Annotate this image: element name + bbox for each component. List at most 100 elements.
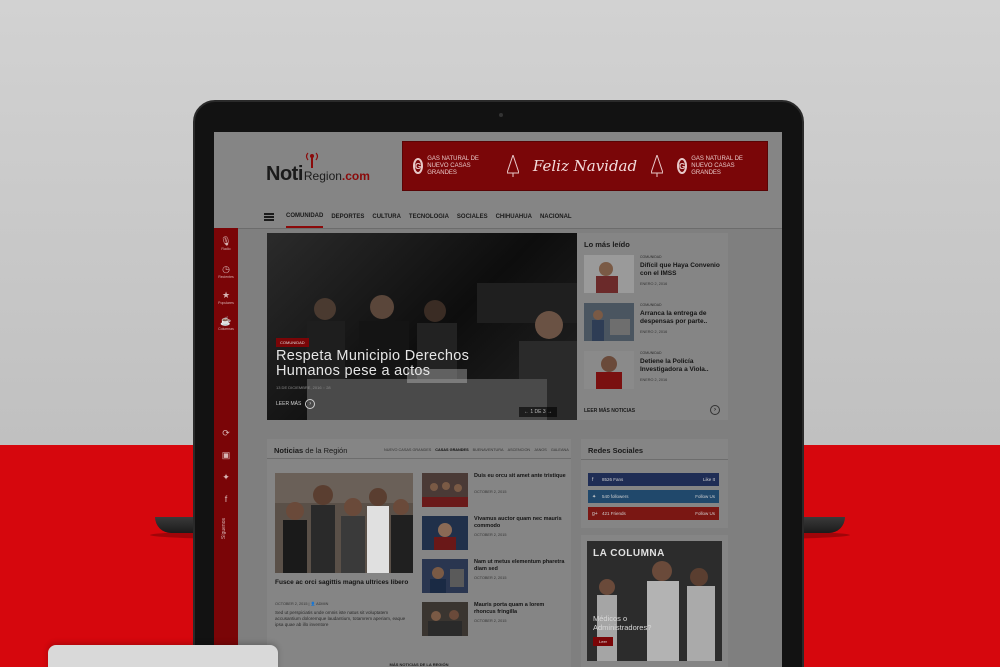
facebook-action[interactable]: Like It bbox=[703, 477, 715, 482]
featured-news-excerpt: Sed ut perspiciatis unde omnis iste natu… bbox=[275, 610, 406, 627]
google-plus-action[interactable]: Follow Us bbox=[695, 511, 715, 516]
nav-item-sociales[interactable]: SOCIALES bbox=[457, 206, 488, 228]
gas-natural-logo-icon: G bbox=[413, 158, 424, 174]
rss-icon: ⟳ bbox=[222, 428, 230, 438]
most-read-title: Lo más leído bbox=[584, 240, 630, 249]
most-read-headline: Difícil que Haya Convenio con el IMSS bbox=[640, 262, 720, 277]
coffee-icon: ☕ bbox=[220, 316, 232, 326]
site-logo[interactable]: Noti Region .com bbox=[266, 152, 370, 186]
twitter-icon: ✦ bbox=[222, 472, 230, 482]
rail-item-radio[interactable]: 🎙 Radio bbox=[214, 236, 238, 251]
facebook-follow-row[interactable]: f 8526 Fans Like It bbox=[588, 473, 719, 486]
twitter-action[interactable]: Follow Us bbox=[695, 494, 715, 499]
phone-device-edge bbox=[48, 645, 278, 667]
tab-buenaventura[interactable]: BUENAVENTURA bbox=[473, 448, 504, 452]
la-columna-widget[interactable]: LA COLUMNA Médicos o Administradores? Le… bbox=[581, 535, 728, 667]
banner-brand-text: GAS NATURAL DE NUEVO CASAS GRANDES bbox=[691, 155, 743, 176]
rss-link[interactable]: ⟳ bbox=[214, 428, 238, 438]
banner-brand-left: G GAS NATURAL DE NUEVO CASAS GRANDES bbox=[413, 156, 493, 177]
most-read-thumbnail bbox=[584, 303, 634, 341]
most-read-item[interactable]: COMUNIDAD Arranca la entrega de despensa… bbox=[584, 303, 724, 343]
most-read-category: COMUNIDAD bbox=[640, 303, 662, 307]
rail-label: Radio bbox=[221, 247, 231, 251]
most-read-headline: Detiene la Policía Investigadora a Viola… bbox=[640, 358, 709, 373]
next-arrow-icon[interactable]: → bbox=[547, 409, 552, 415]
tab-ascencion[interactable]: ASCENCION bbox=[508, 448, 531, 452]
logo-region: Region bbox=[303, 169, 342, 183]
banner-brand-text: GAS NATURAL DE NUEVO CASAS GRANDES bbox=[427, 155, 479, 176]
hero-comments: 28 bbox=[326, 385, 331, 390]
nav-item-nacional[interactable]: NACIONAL bbox=[540, 206, 572, 228]
hero-title[interactable]: Respeta Municipio Derechos Humanos pese … bbox=[276, 349, 506, 379]
nav-item-cultura[interactable]: CULTURA bbox=[372, 206, 401, 228]
news-thumbnail bbox=[422, 516, 468, 550]
arrow-right-icon[interactable]: › bbox=[710, 405, 720, 415]
facebook-link[interactable]: f bbox=[214, 494, 238, 504]
social-networks-widget: Redes Sociales f 8526 Fans Like It ✦ 540… bbox=[581, 439, 728, 528]
ad-banner[interactable]: G GAS NATURAL DE NUEVO CASAS GRANDES Fel… bbox=[402, 141, 768, 191]
rail-item-columnas[interactable]: ☕ Columnas bbox=[214, 316, 238, 331]
instagram-link[interactable]: ▣ bbox=[214, 450, 238, 460]
main-nav: COMUNIDAD DEPORTES CULTURA TECNOLOGIA SO… bbox=[264, 206, 572, 228]
more-regional-news-link[interactable]: MÁS NOTICIAS DE LA REGIÓN bbox=[267, 662, 571, 667]
twitter-count: 540 followers bbox=[602, 494, 629, 499]
hero-category-tag[interactable]: COMUNIDAD bbox=[276, 338, 309, 347]
nav-item-chihuahua[interactable]: CHIHUAHUA bbox=[496, 206, 532, 228]
twitter-follow-row[interactable]: ✦ 540 followers Follow Us bbox=[588, 490, 719, 503]
most-read-item[interactable]: COMUNIDAD Detiene la Policía Investigado… bbox=[584, 351, 724, 391]
most-read-date: ENERO 2, 2016 bbox=[640, 330, 668, 334]
gas-natural-logo-icon: G bbox=[677, 158, 688, 174]
nav-item-comunidad[interactable]: COMUNIDAD bbox=[286, 206, 324, 228]
news-list-item[interactable]: Nam ut metus elementum pharetra diam sed… bbox=[422, 559, 567, 597]
laptop-screen: Noti Region .com G GAS NATURAL DE NUEVO … bbox=[214, 132, 782, 667]
hero-read-more[interactable]: LEER MÁS › bbox=[276, 399, 316, 409]
radio-tower-icon bbox=[305, 152, 319, 168]
la-columna-question: Médicos o Administradores? bbox=[593, 614, 652, 632]
featured-news-date: OCTOBER 2, 2015 bbox=[275, 602, 308, 606]
divider bbox=[581, 459, 728, 460]
logo-com: .com bbox=[341, 169, 370, 183]
most-read-item[interactable]: COMUNIDAD Difícil que Haya Convenio con … bbox=[584, 255, 724, 295]
logo-noti: Noti bbox=[266, 163, 303, 185]
google-plus-follow-row[interactable]: g+ 421 Friends Follow Us bbox=[588, 507, 719, 520]
social-widget-title: Redes Sociales bbox=[588, 446, 644, 455]
title-rest: de la Región bbox=[303, 446, 348, 455]
nav-item-deportes[interactable]: DEPORTES bbox=[331, 206, 364, 228]
facebook-icon: f bbox=[592, 476, 594, 483]
featured-news-meta: OCTOBER 2, 2015 | 👤 ADMIN bbox=[275, 601, 328, 606]
left-rail: 🎙 Radio ◷ Recientes ★ Populares ☕ Column… bbox=[214, 228, 238, 667]
most-read-category: COMUNIDAD bbox=[640, 351, 662, 355]
hero-date: 13 DE DICIEMBRE, 2016 bbox=[276, 385, 322, 390]
tab-galeana[interactable]: GALEANA bbox=[551, 448, 569, 452]
regional-news-header: Noticias de la Región NUEVO CASAS GRANDE… bbox=[267, 439, 571, 459]
title-bold: Noticias bbox=[274, 446, 304, 455]
most-read-panel: Lo más leído COMUNIDAD Difícil que Haya … bbox=[577, 233, 728, 420]
twitter-icon: ✦ bbox=[592, 493, 597, 500]
hero-slider[interactable]: COMUNIDAD Respeta Municipio Derechos Hum… bbox=[267, 233, 577, 420]
pager-label: 1 DE 3 bbox=[530, 409, 546, 415]
hamburger-menu-icon[interactable] bbox=[264, 213, 274, 221]
news-list-title: Mauris porta quam a lorem rhoncus fringi… bbox=[474, 602, 545, 615]
tab-casas-grandes[interactable]: CASAS GRANDES bbox=[435, 448, 468, 452]
most-read-more-link[interactable]: LEER MÁS NOTICIAS bbox=[584, 408, 635, 414]
tab-nuevo-casas-grandes[interactable]: NUEVO CASAS GRANDES bbox=[384, 448, 431, 452]
nav-item-tecnologia[interactable]: TECNOLOGIA bbox=[409, 206, 449, 228]
instagram-icon: ▣ bbox=[221, 450, 231, 460]
tab-janos[interactable]: JANOS bbox=[534, 448, 547, 452]
news-list-date: OCTOBER 2, 2015 bbox=[474, 576, 507, 580]
most-read-date: ENERO 2, 2016 bbox=[640, 282, 668, 286]
featured-news-title[interactable]: Fusce ac orci sagittis magna ultrices li… bbox=[275, 579, 413, 587]
nav-divider bbox=[214, 228, 782, 229]
news-list-item[interactable]: Duis eu orcu sit amet ante tristique OCT… bbox=[422, 473, 567, 511]
rail-label: Populares bbox=[218, 301, 234, 305]
hero-meta: 13 DE DICIEMBRE, 2016 ◌ 28 bbox=[276, 385, 331, 390]
news-list-item[interactable]: Mauris porta quam a lorem rhoncus fringi… bbox=[422, 602, 567, 640]
banner-brand-right: G GAS NATURAL DE NUEVO CASAS GRANDES bbox=[677, 156, 757, 177]
news-list-item[interactable]: Vivamus auctor quam nec mauris commodo O… bbox=[422, 516, 567, 554]
twitter-link[interactable]: ✦ bbox=[214, 472, 238, 482]
rail-item-recientes[interactable]: ◷ Recientes bbox=[214, 264, 238, 279]
featured-news-image[interactable] bbox=[275, 473, 413, 573]
rail-item-populares[interactable]: ★ Populares bbox=[214, 290, 238, 305]
read-button[interactable]: Leer bbox=[593, 637, 614, 646]
most-read-thumbnail bbox=[584, 351, 634, 389]
